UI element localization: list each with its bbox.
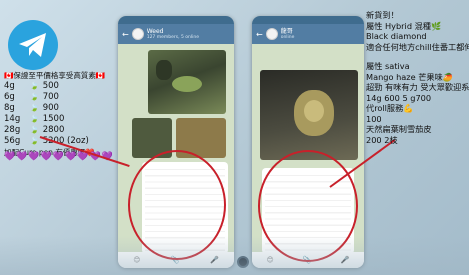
price-weight: 28g	[4, 125, 21, 135]
leaf-icon: 🍃	[30, 126, 39, 134]
product-info-line: 200 2枝	[366, 134, 398, 145]
product-info-line: 14g 600 5 g700	[366, 92, 432, 103]
paper-plane-icon	[19, 33, 46, 57]
product-info-text: 新貨到！ 屬性 Hybrid 混種🌿 Black diamond 適合任何地方chil…	[366, 10, 469, 145]
price-weight: 14g	[4, 114, 21, 124]
photo-scene: 🇨🇦保證至平價格享受高質素🇨🇦 4g 🍃 500 6g 🍃 700 8g 🍃 900 14g 🍃 15…	[0, 0, 469, 275]
price-row: 6g 🍃 700	[4, 92, 124, 103]
price-weight: 6g	[4, 92, 15, 102]
back-arrow-icon[interactable]: ←	[122, 30, 129, 39]
telegram-logo	[8, 20, 58, 70]
price-value: 500	[42, 81, 59, 91]
chat-subtitle: 127 members, 5 online	[146, 34, 199, 40]
avatar[interactable]	[265, 28, 278, 40]
price-value: 2800	[42, 125, 65, 135]
leaf-icon: 🍃	[30, 104, 39, 112]
leaf-icon: 🍃	[30, 93, 39, 101]
price-list-title: 🇨🇦保證至平價格享受高質素🇨🇦	[4, 71, 106, 80]
cannabis-bud-photo[interactable]	[260, 70, 358, 160]
status-bar	[252, 16, 364, 24]
product-info-line: 代roll服務💪	[366, 103, 414, 113]
price-value: 1500	[42, 114, 65, 124]
product-block-hybrid: 新貨到！ 屬性 Hybrid 混種🌿 Black diamond 適合任何地方chil…	[366, 10, 469, 52]
price-row: 14g 🍃 1500	[4, 114, 124, 125]
price-value: 900	[42, 103, 59, 113]
product-block-sativa: 屬性 sativa Mango haze 芒果味🥭 超勁 有咪有力 受大眾歡迎系列 1…	[366, 61, 469, 145]
cannabis-photo[interactable]	[148, 50, 226, 114]
product-info-line: 超勁 有咪有力 受大眾歡迎系列	[366, 82, 469, 92]
price-row: 28g 🍃 2800	[4, 125, 124, 136]
chat-header[interactable]: ← 龍哥 online	[252, 24, 364, 44]
price-list: 4g 🍃 500 6g 🍃 700 8g 🍃 900 14g 🍃 1500 28g 🍃 2800 56g 🍃 52…	[4, 81, 124, 147]
product-info-line: 天然扁葉制雪茄皮	[366, 124, 432, 134]
status-bar	[118, 16, 234, 24]
paper-fold-shadow	[0, 236, 469, 275]
avatar[interactable]	[131, 28, 144, 40]
product-info-line: 100	[366, 113, 382, 124]
price-value: 700	[42, 92, 59, 102]
price-weight: 4g	[4, 81, 15, 91]
leaf-icon: 🍃	[30, 137, 39, 145]
leaf-icon: 🍃	[30, 82, 39, 90]
product-info-line: 適合任何地方chill住番工都伸得	[366, 41, 469, 52]
chat-subtitle: online	[280, 34, 295, 40]
chat-header[interactable]: ← Weed 127 members, 5 online	[118, 24, 234, 44]
price-row: 4g 🍃 500	[4, 81, 124, 92]
product-info-line: Mango haze 芒果味🥭	[366, 71, 453, 82]
product-info-line: 新貨到！	[366, 10, 399, 20]
product-info-line: Black diamond	[366, 31, 427, 41]
price-list-text: 🇨🇦保證至平價格享受高質素🇨🇦 4g 🍃 500 6g 🍃 700 8g 🍃 900 14g 🍃 15…	[4, 70, 124, 160]
price-row: 8g 🍃 900	[4, 103, 124, 114]
chat-title: 龍哥	[280, 27, 293, 35]
price-weight: 56g	[4, 136, 21, 146]
back-arrow-icon[interactable]: ←	[256, 30, 263, 39]
product-info-line: 屬性 Hybrid 混種🌿	[366, 20, 442, 31]
price-weight: 8g	[4, 103, 15, 113]
leaf-icon: 🍃	[30, 115, 39, 123]
product-info-line: 屬性 sativa	[366, 61, 410, 71]
